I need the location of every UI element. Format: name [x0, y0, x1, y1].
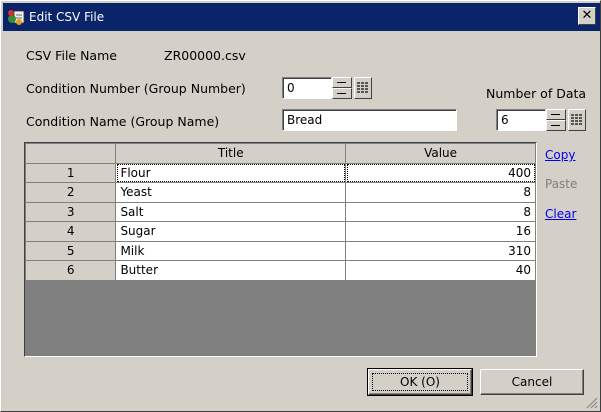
table-row: 3 Salt 8: [24, 201, 536, 222]
focus-rect: [372, 373, 468, 391]
paste-link[interactable]: Paste: [545, 177, 577, 191]
csv-file-name-value: ZR00000.csv: [164, 48, 246, 63]
table-row: 6 Butter 40: [24, 260, 536, 281]
value-cell[interactable]: 310: [345, 240, 536, 261]
number-of-data-keypad-button[interactable]: [568, 109, 586, 131]
column-header-title[interactable]: Title: [115, 143, 347, 164]
copy-link[interactable]: Copy: [545, 148, 575, 162]
cancel-button[interactable]: Cancel: [480, 369, 584, 395]
column-header-value[interactable]: Value: [345, 143, 536, 164]
data-table: Title Value 1 Flour 400 2 Yeast 8 3 Salt: [24, 143, 536, 281]
resize-grip-icon[interactable]: [584, 395, 598, 409]
close-icon: ✕: [581, 8, 593, 23]
table-row: 5 Milk 310: [24, 240, 536, 261]
number-of-data-spinner[interactable]: [546, 109, 566, 131]
title-cell[interactable]: Yeast: [115, 182, 347, 203]
value-cell[interactable]: 16: [345, 221, 536, 242]
title-cell[interactable]: Butter: [115, 260, 347, 281]
title-cell[interactable]: Milk: [115, 240, 347, 261]
value-cell[interactable]: 8: [345, 201, 536, 222]
row-number-cell[interactable]: 6: [24, 260, 117, 281]
table-row: 2 Yeast 8: [24, 182, 536, 203]
keypad-icon: [357, 82, 368, 93]
condition-number-keypad-button[interactable]: [354, 77, 372, 99]
close-button[interactable]: ✕: [578, 7, 596, 25]
title-cell[interactable]: Sugar: [115, 221, 347, 242]
number-of-data-input[interactable]: 6: [496, 109, 546, 131]
condition-name-input[interactable]: Bread: [282, 109, 457, 131]
spin-up-button[interactable]: [546, 109, 566, 120]
row-number-cell[interactable]: 5: [24, 240, 117, 261]
spin-down-button[interactable]: [332, 88, 352, 99]
corner-header-cell: [24, 143, 117, 164]
cancel-button-label: Cancel: [511, 375, 553, 389]
row-number-cell[interactable]: 3: [24, 201, 117, 222]
edit-csv-dialog: Edit CSV File ✕ CSV File Name ZR00000.cs…: [0, 0, 601, 412]
spin-up-button[interactable]: [332, 77, 352, 88]
condition-number-spinner[interactable]: [332, 77, 352, 99]
condition-name-label: Condition Name (Group Name): [26, 114, 220, 129]
csv-file-name-label: CSV File Name: [26, 48, 117, 63]
spin-down-button[interactable]: [546, 120, 566, 131]
condition-number-label: Condition Number (Group Number): [26, 81, 246, 96]
row-number-cell[interactable]: 2: [24, 182, 117, 203]
row-number-cell[interactable]: 4: [24, 221, 117, 242]
ok-button[interactable]: OK (O): [367, 368, 473, 396]
window-title: Edit CSV File: [29, 10, 105, 24]
table-row: 4 Sugar 16: [24, 221, 536, 242]
row-number-cell[interactable]: 1: [24, 162, 117, 183]
number-of-data-label: Number of Data: [486, 86, 587, 101]
value-cell[interactable]: 8: [345, 182, 536, 203]
data-grid[interactable]: Title Value 1 Flour 400 2 Yeast 8 3 Salt: [24, 142, 537, 357]
keypad-icon: [571, 114, 582, 125]
value-cell[interactable]: 400: [345, 162, 536, 183]
grid-header-row: Title Value: [24, 143, 536, 164]
csv-edit-icon: [8, 10, 25, 25]
title-cell[interactable]: Salt: [115, 201, 347, 222]
table-row: 1 Flour 400: [24, 162, 536, 183]
clear-link[interactable]: Clear: [545, 207, 576, 221]
condition-number-input[interactable]: 0: [282, 77, 332, 99]
title-bar[interactable]: Edit CSV File ✕: [3, 3, 600, 31]
title-cell[interactable]: Flour: [115, 162, 347, 183]
value-cell[interactable]: 40: [345, 260, 536, 281]
